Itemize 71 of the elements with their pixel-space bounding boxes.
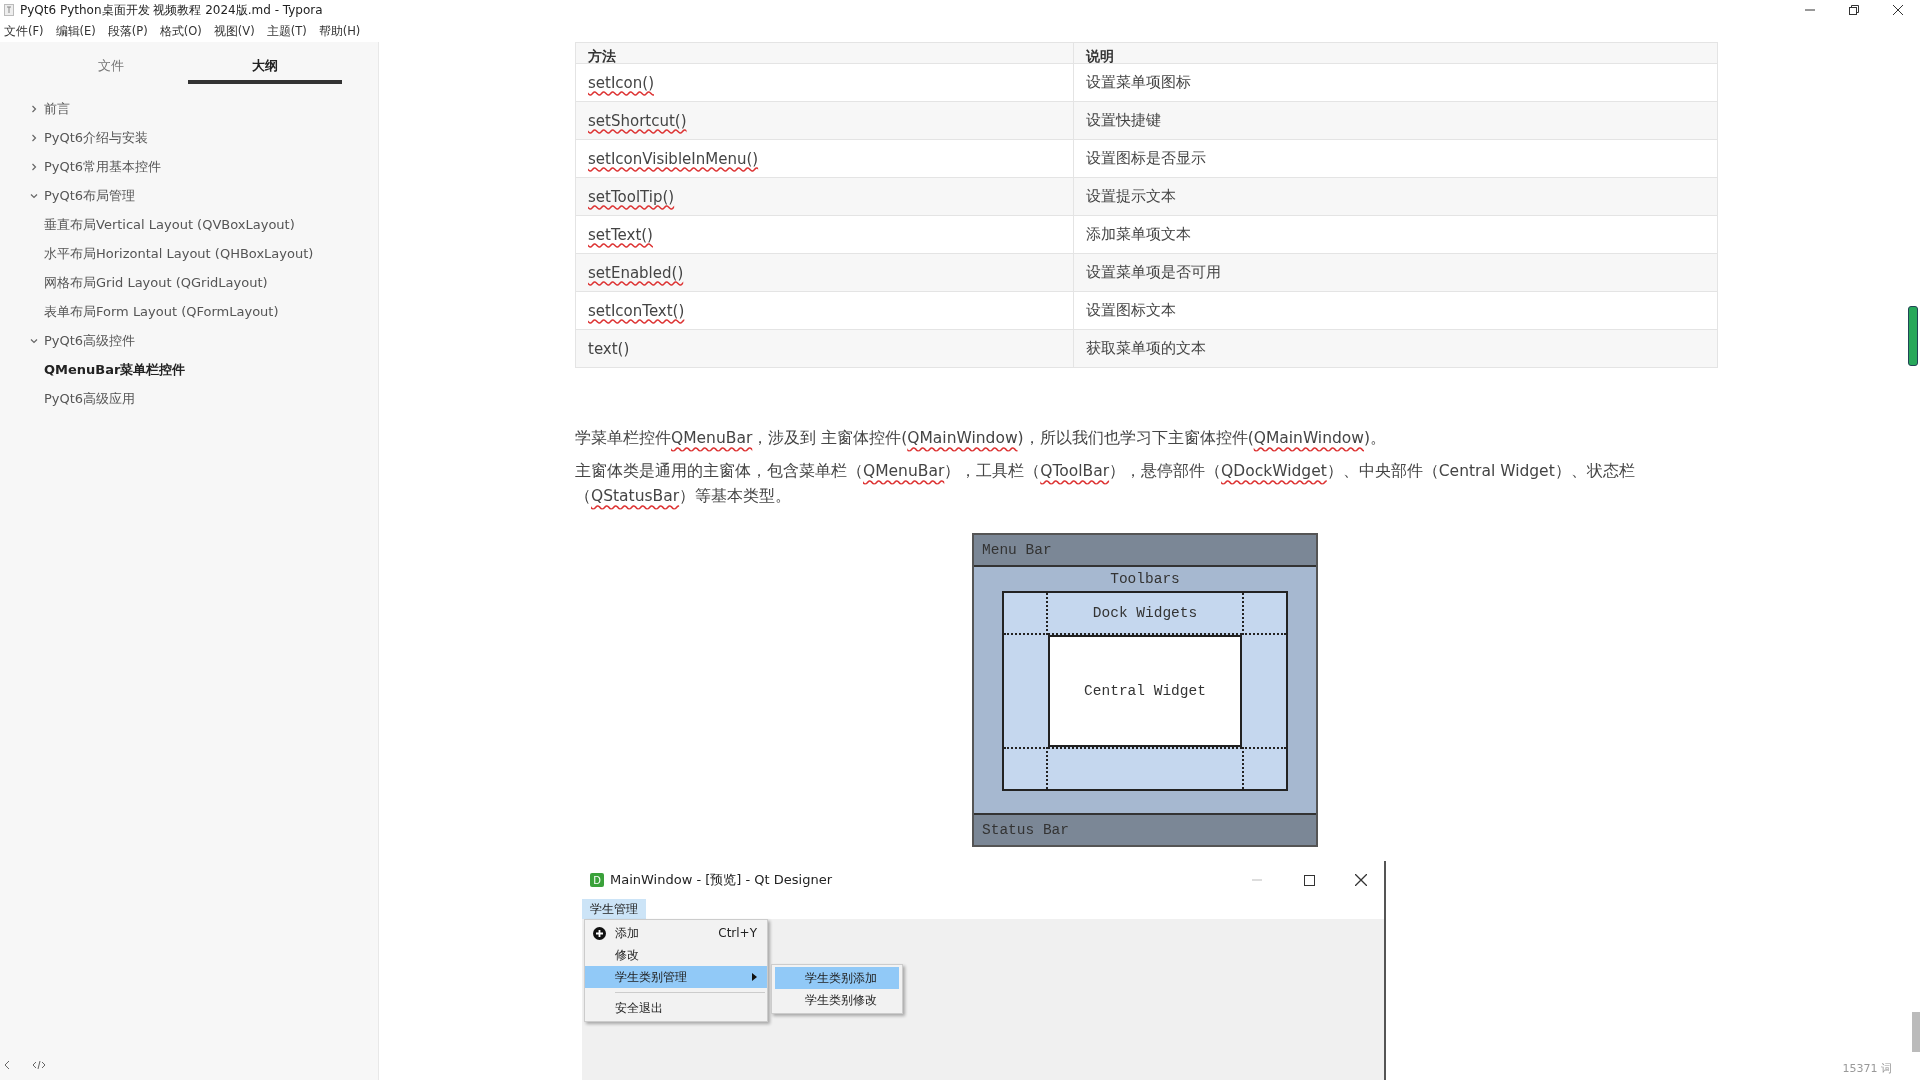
scrollbar-thumb[interactable] xyxy=(1912,1012,1920,1052)
table-cell: setIconVisibleInMenu() xyxy=(575,139,1074,178)
table-cell: setIconText() xyxy=(575,291,1074,330)
menu-item[interactable]: 编辑(E) xyxy=(55,23,96,39)
scroll-marker xyxy=(1908,306,1918,366)
table-cell: setShortcut() xyxy=(575,101,1074,140)
app-icon: D xyxy=(590,873,604,887)
outline-item[interactable]: 网格布局Grid Layout (QGridLayout) xyxy=(44,273,268,292)
menu-item[interactable]: 帮助(H) xyxy=(318,23,361,39)
table-cell: 设置菜单项是否可用 xyxy=(1073,253,1718,292)
diagram-label: Dock Widgets xyxy=(1092,605,1198,621)
menu-bar-item[interactable]: 学生管理 xyxy=(582,899,646,919)
menu-item[interactable]: 学生类别添加 xyxy=(775,967,899,989)
menu-item[interactable]: 视图(V) xyxy=(213,23,255,39)
close-icon xyxy=(1893,5,1903,15)
table-cell: 设置快捷键 xyxy=(1073,101,1718,140)
outline-item[interactable]: 垂直布局Vertical Layout (QVBoxLayout) xyxy=(44,215,295,234)
caret-icon xyxy=(752,973,757,981)
outline-item[interactable]: PyQt6常用基本控件 xyxy=(44,157,162,176)
outline-item[interactable]: PyQt6介绍与安装 xyxy=(44,128,149,147)
menu-item[interactable]: 段落(P) xyxy=(107,23,148,39)
table-cell: 设置提示文本 xyxy=(1073,177,1718,216)
table-cell: 设置菜单项图标 xyxy=(1073,63,1718,102)
code-icon[interactable] xyxy=(32,1059,46,1071)
restore-icon xyxy=(1849,5,1859,15)
window-title: PyQt6 Python桌面开发 视频教程 2024版.md - Typora xyxy=(20,1,324,19)
menu-item[interactable]: 格式(O) xyxy=(159,23,202,39)
outline-item[interactable]: 水平布局Horizontal Layout (QHBoxLayout) xyxy=(44,244,314,263)
app-icon xyxy=(4,4,14,16)
table-cell: 设置图标是否显示 xyxy=(1073,139,1718,178)
table-cell: 获取菜单项的文本 xyxy=(1073,329,1718,368)
menu-item[interactable]: 学生类别管理 xyxy=(585,966,767,988)
table-cell: setText() xyxy=(575,215,1074,254)
chevron-right-icon[interactable] xyxy=(30,104,38,113)
outline-item[interactable]: QMenuBar菜单栏控件 xyxy=(44,360,186,379)
close-icon xyxy=(1355,874,1367,886)
word-count: 15371 词 xyxy=(1842,1061,1892,1076)
table-cell: setEnabled() xyxy=(575,253,1074,292)
menu-item[interactable]: 主题(T) xyxy=(266,23,307,39)
maximize-icon xyxy=(1303,874,1315,886)
menu-item[interactable]: 修改 xyxy=(585,944,767,966)
sidebar-tab[interactable]: 大纲 xyxy=(188,52,342,84)
outline-item[interactable]: 表单布局Form Layout (QFormLayout) xyxy=(44,302,279,321)
table-cell: text() xyxy=(575,329,1074,368)
chevron-right-icon[interactable] xyxy=(30,162,38,171)
paragraph: 学菜单栏控件QMenuBar，涉及到 主窗体控件(QMainWindow)，所以我们也学习下主窗体控件(QMainWindow)。 xyxy=(575,428,1388,449)
menu-item[interactable]: 安全退出 xyxy=(585,997,767,1019)
diagram-label: Central Widget xyxy=(1084,683,1206,699)
chevron-right-icon[interactable] xyxy=(30,133,38,142)
diagram-label: Menu Bar xyxy=(982,542,1052,558)
outline-item[interactable]: PyQt6高级应用 xyxy=(44,389,136,408)
diagram-label: Toolbars xyxy=(1110,571,1180,587)
table-cell: setToolTip() xyxy=(575,177,1074,216)
window-title: MainWindow - [预览] - Qt Designer xyxy=(610,871,834,889)
plus-circle-icon xyxy=(593,926,606,940)
outline-item[interactable]: PyQt6布局管理 xyxy=(44,186,136,205)
sidebar-tab[interactable]: 文件 xyxy=(34,52,188,84)
column-header: 方法 xyxy=(575,42,1074,64)
table-cell: 设置图标文本 xyxy=(1073,291,1718,330)
column-header: 说明 xyxy=(1073,42,1718,64)
table-cell: setIcon() xyxy=(575,63,1074,102)
chevron-down-icon[interactable] xyxy=(30,191,38,200)
paragraph: 主窗体类是通用的主窗体，包含菜单栏（QMenuBar），工具栏（QToolBar），悬停部件（QDockWidget）、中央部件（Central Widget）、状态栏（QStatusBar）等基本类型。 xyxy=(575,461,1635,507)
outline-item[interactable]: 前言 xyxy=(44,99,70,118)
table-cell: 添加菜单项文本 xyxy=(1073,215,1718,254)
diagram-label: Status Bar xyxy=(982,822,1069,838)
outline-item[interactable]: PyQt6高级控件 xyxy=(44,331,136,350)
chevron-down-icon[interactable] xyxy=(30,336,38,345)
menu-item[interactable]: 文件(F) xyxy=(4,23,44,39)
menu-item[interactable]: 添加 Ctrl+Y xyxy=(585,922,767,944)
menu-item[interactable]: 学生类别修改 xyxy=(775,989,899,1011)
